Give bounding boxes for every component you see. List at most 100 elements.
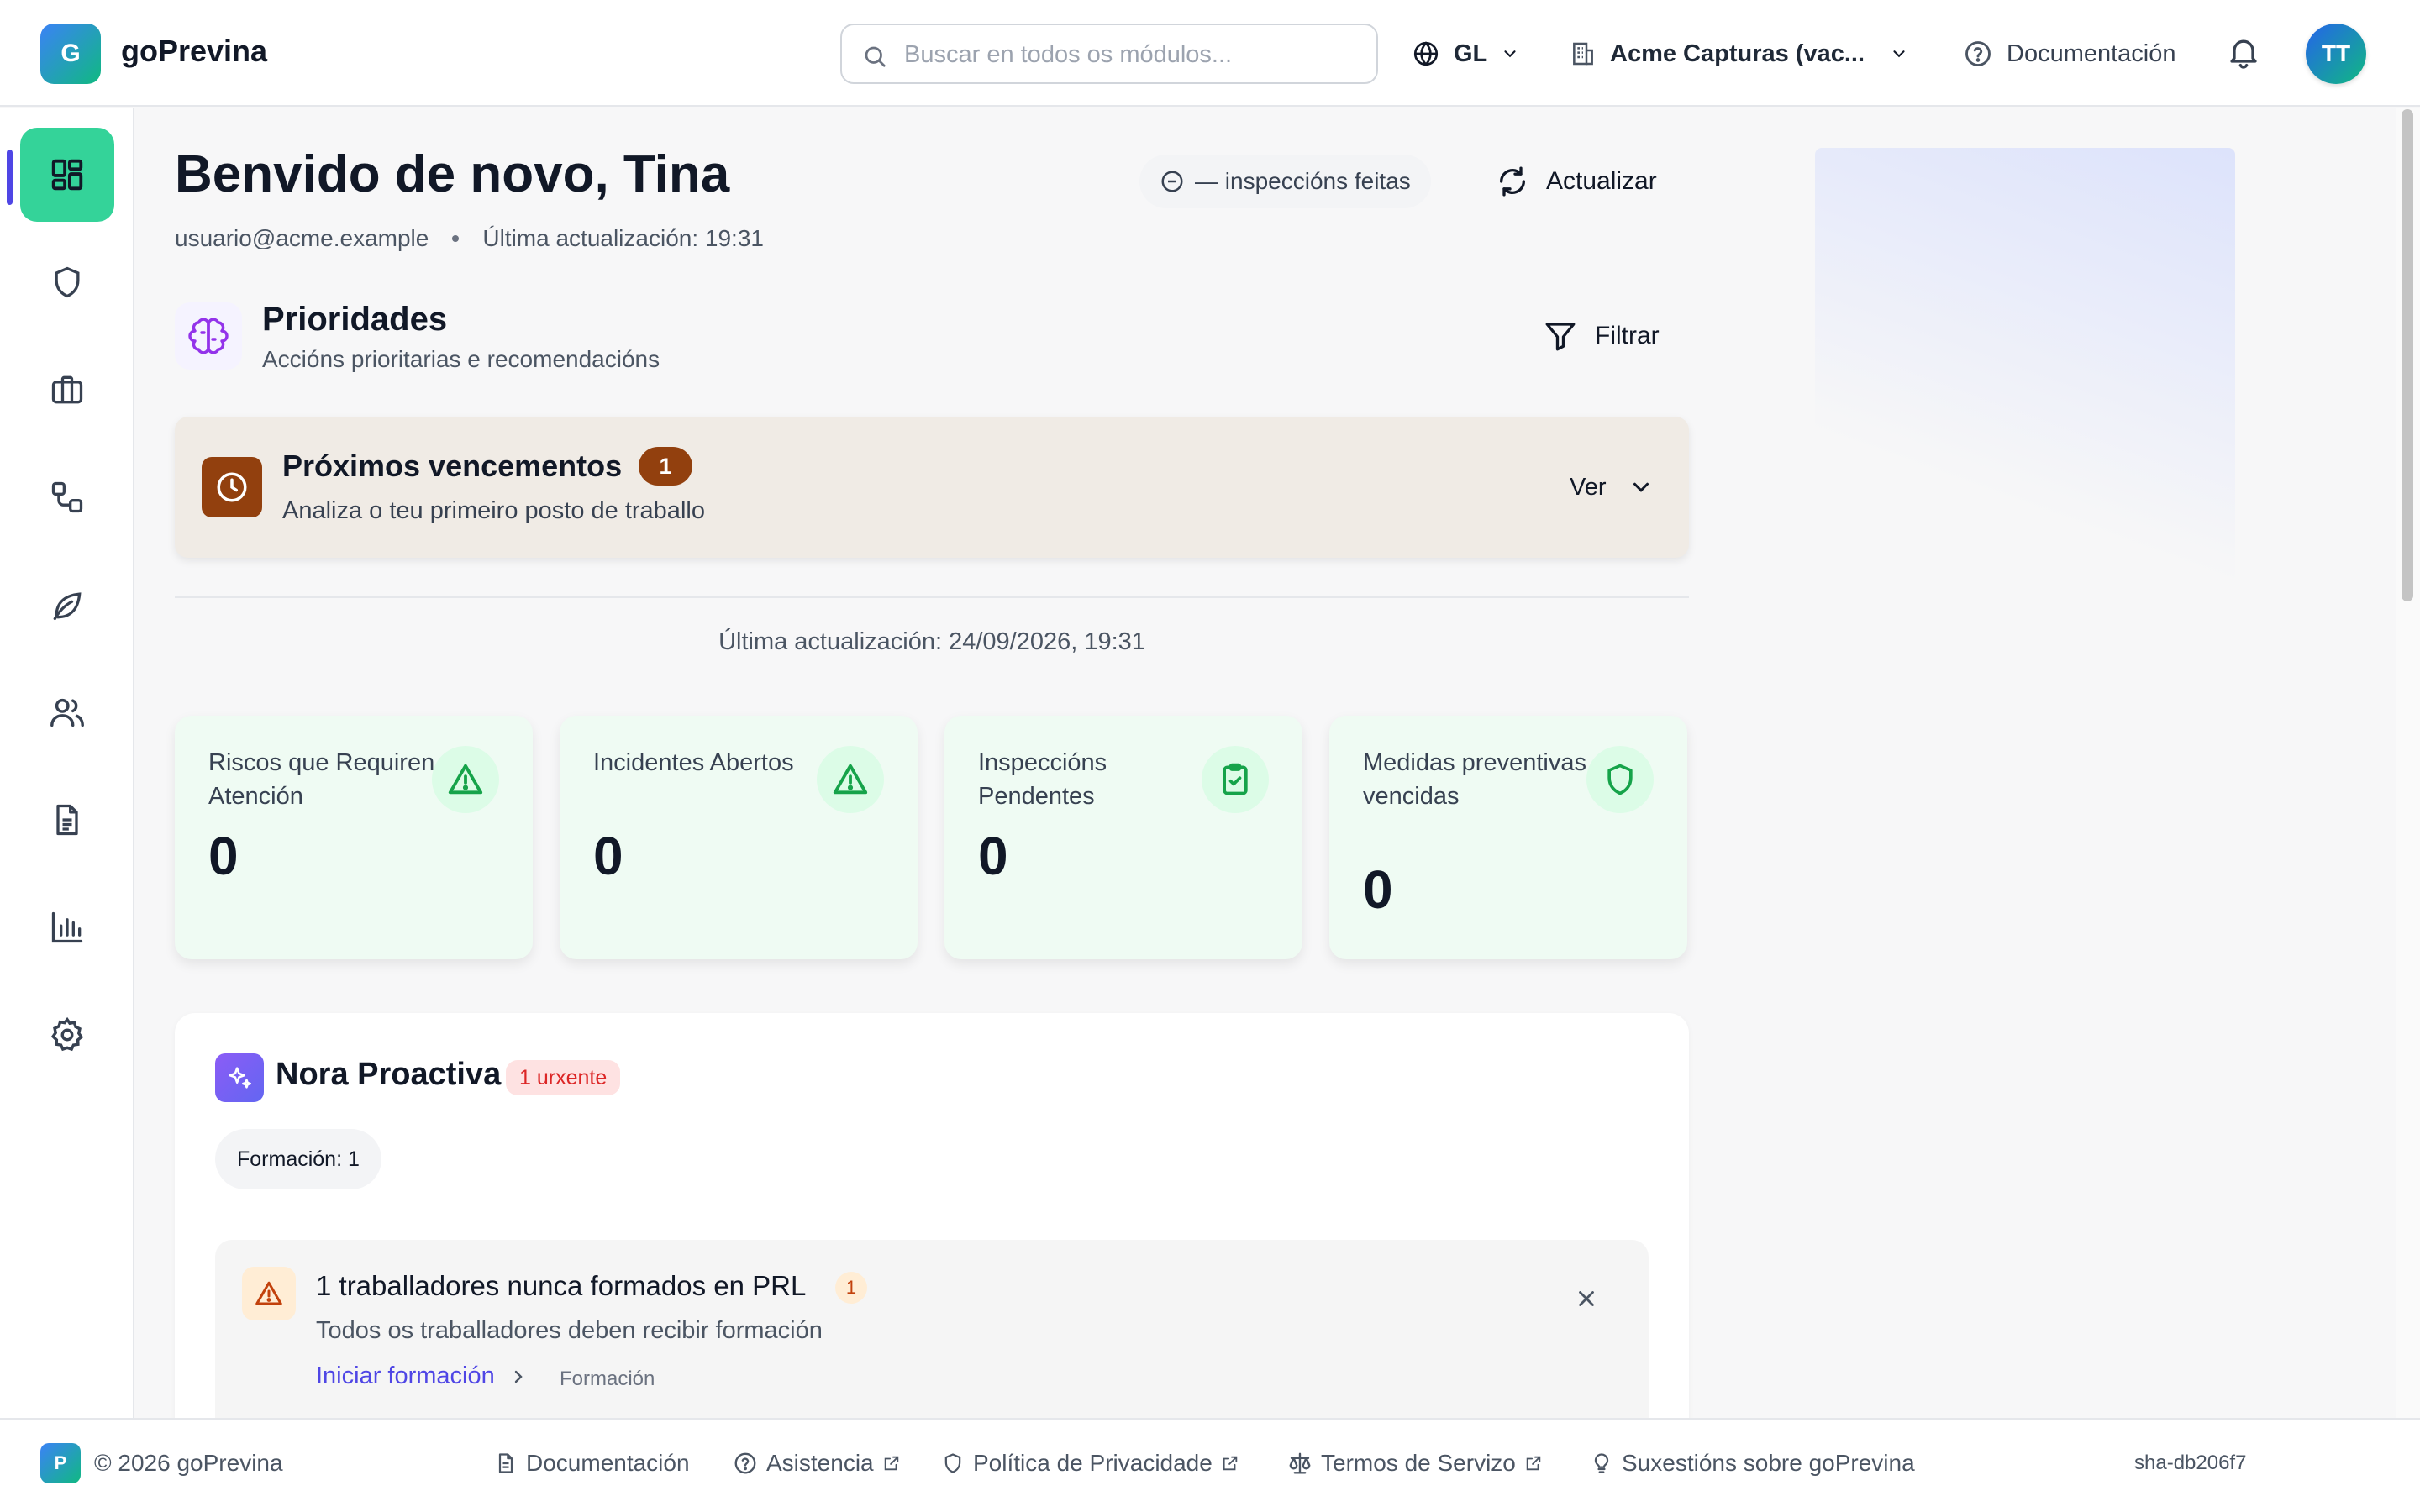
documentation-link[interactable]: Documentación <box>1963 24 2176 84</box>
due-count-badge: 1 <box>639 447 692 486</box>
sidebar-item-security[interactable] <box>20 235 114 329</box>
separator-dot <box>452 235 460 242</box>
stat-label: Medidas preventivas vencidas <box>1363 749 1586 810</box>
footer-link-support[interactable]: Asistencia <box>733 1443 901 1483</box>
documentation-label: Documentación <box>2007 39 2176 67</box>
brand-name[interactable]: goPrevina <box>121 34 267 69</box>
warning-icon <box>817 746 884 813</box>
sidebar-item-environment[interactable] <box>20 558 114 652</box>
priorities-badge <box>175 302 242 370</box>
briefcase-icon <box>49 371 86 408</box>
company-name: Acme Capturas (vac... <box>1610 39 1865 67</box>
start-training-link[interactable]: Iniciar formación <box>316 1362 529 1390</box>
chevron-down-icon <box>1890 45 1908 63</box>
shield-icon <box>1586 746 1654 813</box>
chevron-down-icon <box>1501 45 1519 63</box>
scrollbar-thumb[interactable] <box>2402 109 2413 601</box>
app-logo[interactable]: G <box>40 24 101 84</box>
footer-link-privacy[interactable]: Política de Privacidade <box>941 1443 1239 1483</box>
category-chip[interactable]: Formación: 1 <box>215 1129 381 1189</box>
document-icon <box>494 1452 518 1475</box>
refresh-label: Actualizar <box>1546 167 1657 195</box>
warning-icon <box>242 1267 296 1320</box>
document-icon <box>49 801 86 838</box>
refresh-icon <box>1496 165 1529 198</box>
alert-count-badge: 1 <box>835 1272 867 1304</box>
shield-icon <box>49 264 86 301</box>
due-icon-badge <box>202 457 262 517</box>
stat-value: 0 <box>978 826 1008 886</box>
stat-value: 0 <box>593 826 623 886</box>
brain-icon <box>188 316 229 356</box>
sidebar-item-processes[interactable] <box>20 450 114 544</box>
footer-link-terms[interactable]: Termos de Servizo <box>1287 1443 1543 1483</box>
alert-subtitle: Todos os traballadores deben recibir for… <box>316 1317 823 1344</box>
stat-card-inspections[interactable]: Inspeccións Pendentes 0 <box>944 716 1302 959</box>
footer-link-label: Suxestións sobre goPrevina <box>1622 1450 1915 1476</box>
urgent-badge: 1 urxente <box>506 1060 621 1095</box>
workflow-icon <box>49 479 86 516</box>
due-subtitle: Analiza o teu primeiro posto de traballo <box>282 497 705 524</box>
footer: P © 2026 goPrevina Documentación Asisten… <box>0 1418 2420 1512</box>
inspections-pill: — inspeccións feitas <box>1139 155 1431 208</box>
alert-category-tag: Formación <box>560 1368 655 1390</box>
active-indicator <box>7 150 13 205</box>
user-avatar[interactable]: TT <box>2306 24 2366 84</box>
copyright: © 2026 goPrevina <box>94 1450 283 1476</box>
view-label: Ver <box>1570 473 1607 501</box>
sidebar-item-workplaces[interactable] <box>20 343 114 437</box>
footer-link-label: Documentación <box>526 1450 690 1476</box>
nora-title: Nora Proactiva <box>276 1057 502 1092</box>
upcoming-due-card[interactable]: Próximos vencementos 1 Analiza o teu pri… <box>175 417 1689 558</box>
stat-card-risks[interactable]: Riscos que Requiren Atención 0 <box>175 716 533 959</box>
external-link-icon <box>882 1454 901 1473</box>
global-search[interactable] <box>840 24 1378 84</box>
scale-icon <box>1287 1451 1313 1476</box>
sidebar-nav <box>0 108 134 1418</box>
footer-logo: P <box>40 1443 81 1483</box>
help-circle-icon <box>1963 39 1993 69</box>
shield-icon <box>941 1452 965 1475</box>
inspections-label: — inspeccións feitas <box>1195 168 1411 194</box>
stat-value: 0 <box>208 826 239 886</box>
nora-proactive-panel: Nora Proactiva 1 urxente Formación: 1 1 … <box>175 1013 1689 1450</box>
sidebar-item-dashboard[interactable] <box>20 128 114 222</box>
priorities-subtitle: Accións prioritarias e recomendacións <box>262 346 660 372</box>
footer-link-label: Asistencia <box>766 1450 874 1476</box>
help-circle-icon <box>733 1451 758 1476</box>
filter-label: Filtrar <box>1595 322 1660 349</box>
sidebar-item-workers[interactable] <box>20 665 114 759</box>
close-icon[interactable] <box>1568 1280 1605 1317</box>
due-title: Próximos vencementos <box>282 449 623 483</box>
clipboard-check-icon <box>1202 746 1269 813</box>
minus-circle-icon <box>1160 169 1185 194</box>
company-selector[interactable]: Acme Capturas (vac... <box>1570 24 1908 84</box>
stat-value: 0 <box>1363 859 1393 920</box>
start-training-label: Iniciar formación <box>316 1362 495 1389</box>
last-update-time: Última actualización: 19:31 <box>482 225 764 251</box>
alert-title: 1 traballadores nunca formados en PRL <box>316 1270 807 1301</box>
stat-card-measures[interactable]: Medidas preventivas vencidas 0 <box>1329 716 1687 959</box>
refresh-button[interactable]: Actualizar <box>1496 155 1657 208</box>
search-icon <box>862 44 887 69</box>
footer-link-label: Termos de Servizo <box>1321 1450 1516 1476</box>
view-toggle[interactable]: Ver <box>1570 462 1654 512</box>
stat-label: Riscos que Requiren Atención <box>208 749 435 810</box>
sidebar-item-reports[interactable] <box>20 880 114 974</box>
footer-link-documentation[interactable]: Documentación <box>494 1443 690 1483</box>
leaf-icon <box>49 586 86 623</box>
search-input[interactable] <box>904 37 1358 72</box>
footer-link-suggestions[interactable]: Suxestións sobre goPrevina <box>1590 1443 1915 1483</box>
stat-card-incidents[interactable]: Incidentes Abertos 0 <box>560 716 918 959</box>
settings-icon <box>48 1016 87 1054</box>
lightbulb-icon <box>1590 1452 1613 1475</box>
stat-label: Incidentes Abertos <box>593 749 794 776</box>
filter-button[interactable]: Filtrar <box>1543 309 1660 363</box>
last-update-full: Última actualización: 24/09/2026, 19:31 <box>718 628 1145 655</box>
build-sha: sha-db206f7 <box>2134 1452 2247 1474</box>
bell-icon[interactable] <box>2225 34 2262 71</box>
language-selector[interactable]: GL <box>1412 24 1519 84</box>
chevron-right-icon <box>508 1367 529 1387</box>
sidebar-item-documents[interactable] <box>20 773 114 867</box>
sidebar-item-settings[interactable] <box>20 988 114 1082</box>
